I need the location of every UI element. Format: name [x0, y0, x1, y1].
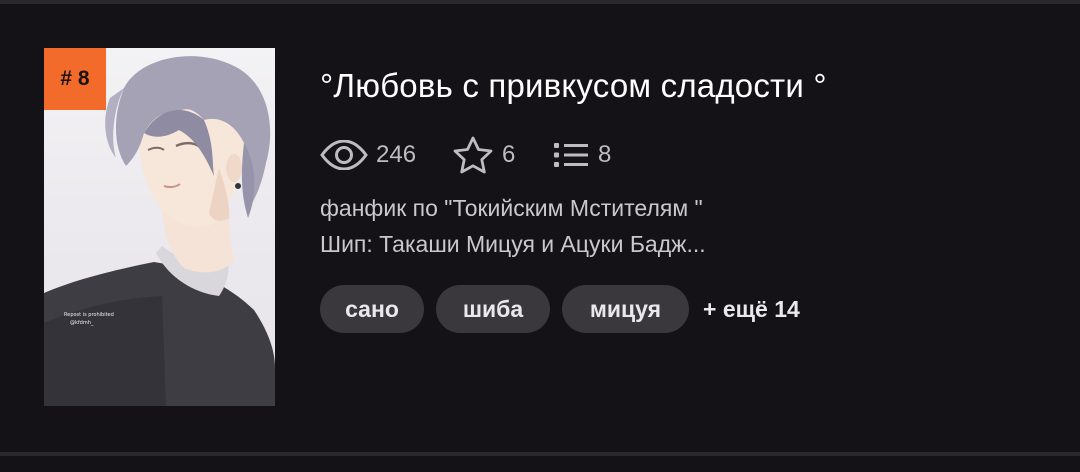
- views-count: 246: [376, 141, 417, 168]
- description-line-2: Шип: Такаши Мицуя и Ацуки Бадж...: [320, 231, 706, 257]
- tag-chip-shiba[interactable]: шиба: [436, 285, 550, 333]
- stats-row: 246 6 8: [320, 136, 611, 174]
- tag-chip-sano[interactable]: сано: [320, 285, 424, 333]
- description-line-1: фанфик по "Токийским Мстителям ": [320, 195, 703, 221]
- work-title[interactable]: °Любовь с привкусом сладости °: [320, 66, 827, 106]
- cover-image[interactable]: Repost is prohibited @kfdmh_ # 8: [44, 48, 275, 406]
- star-icon[interactable]: [452, 136, 494, 174]
- likes-count: 6: [502, 141, 516, 168]
- chapters-stat: 8: [554, 141, 611, 169]
- work-card[interactable]: Repost is prohibited @kfdmh_ # 8 °Любовь…: [0, 4, 1080, 452]
- tag-chip-mitsuya[interactable]: мицуя: [562, 285, 689, 333]
- work-description: фанфик по "Токийским Мстителям " Шип: Та…: [320, 190, 840, 262]
- more-tags-link[interactable]: + ещё 14: [703, 296, 800, 323]
- views-stat: 246: [320, 140, 452, 170]
- rank-label: # 8: [60, 67, 90, 90]
- bottom-divider: [0, 452, 1080, 456]
- likes-stat: 6: [452, 136, 554, 174]
- rank-badge: # 8: [44, 48, 106, 110]
- work-info: °Любовь с привкусом сладости ° 246 6 8 ф…: [320, 66, 827, 333]
- chapters-count: 8: [598, 141, 612, 168]
- list-icon: [554, 141, 590, 169]
- svg-text:Repost is prohibited: Repost is prohibited: [64, 312, 114, 318]
- eye-icon: [320, 140, 368, 170]
- svg-text:@kfdmh_: @kfdmh_: [70, 320, 94, 326]
- tags-row: сано шиба мицуя + ещё 14: [320, 285, 800, 333]
